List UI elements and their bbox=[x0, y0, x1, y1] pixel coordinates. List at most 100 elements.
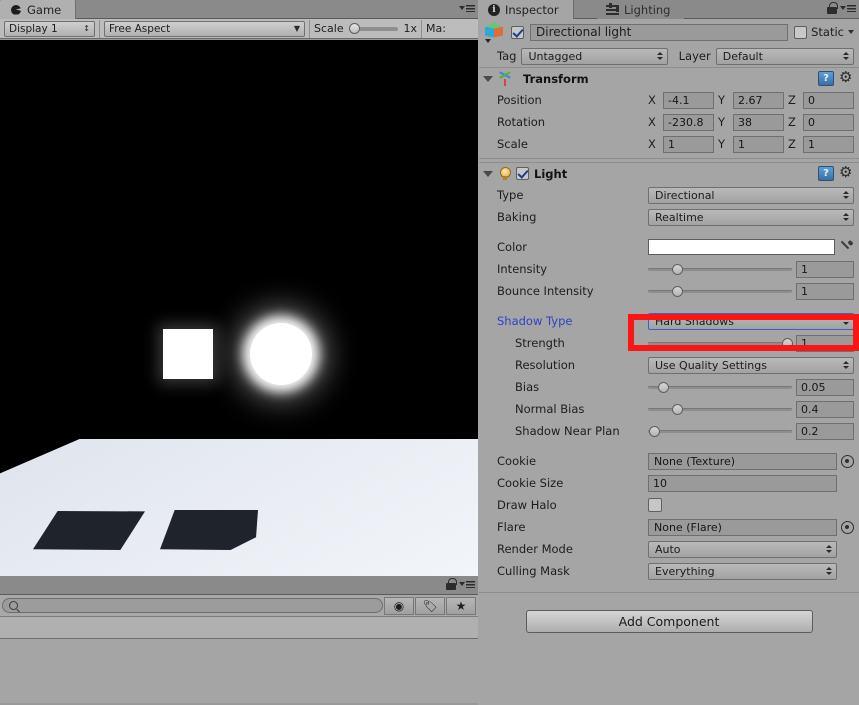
layer-dropdown[interactable]: Default bbox=[715, 47, 854, 65]
eyedropper-icon[interactable] bbox=[839, 240, 854, 255]
shapes-filter-icon[interactable]: ◉ bbox=[384, 596, 414, 615]
panel-menu-icon[interactable] bbox=[840, 2, 856, 15]
panel-menu-icon[interactable] bbox=[459, 2, 475, 15]
flare-row: Flare None (Flare) bbox=[479, 516, 859, 538]
draw-halo-checkbox[interactable] bbox=[648, 498, 662, 512]
collapse-triangle-icon[interactable] bbox=[483, 170, 493, 177]
normal-bias-value-field[interactable]: 0.4 bbox=[796, 400, 854, 418]
tab-game-label: Game bbox=[27, 2, 62, 17]
strength-slider[interactable] bbox=[648, 335, 793, 352]
scale-slider[interactable] bbox=[348, 22, 399, 34]
normal-bias-slider-handle[interactable] bbox=[672, 403, 684, 415]
object-picker-icon[interactable] bbox=[841, 454, 854, 468]
tab-inspector[interactable]: i Inspector bbox=[479, 0, 574, 19]
cookie-size-field[interactable]: 10 bbox=[648, 474, 837, 492]
resolution-dropdown[interactable]: Use Quality Settings bbox=[648, 356, 854, 374]
rotation-x-field[interactable]: -230.8 bbox=[663, 113, 714, 131]
add-component-button[interactable]: Add Component bbox=[525, 610, 813, 633]
bounce-slider-handle[interactable] bbox=[672, 285, 684, 297]
help-book-icon[interactable]: ? bbox=[818, 71, 834, 86]
scale-x-field[interactable]: 1 bbox=[663, 135, 714, 153]
static-checkbox[interactable] bbox=[794, 25, 808, 39]
light-enabled-checkbox[interactable] bbox=[516, 167, 529, 180]
game-view-render[interactable] bbox=[0, 40, 478, 576]
project-tabstrip bbox=[0, 576, 478, 595]
bounce-value-field[interactable]: 1 bbox=[796, 282, 854, 300]
rotation-y-field[interactable]: 38 bbox=[733, 113, 784, 131]
light-component-header[interactable]: Light ? bbox=[479, 162, 859, 184]
gear-icon[interactable] bbox=[839, 68, 854, 86]
chevron-updown-icon bbox=[818, 567, 832, 575]
transform-component-header[interactable]: Transform ? bbox=[479, 67, 859, 89]
favorite-star-icon[interactable]: ★ bbox=[446, 596, 476, 615]
scale-label: Scale bbox=[314, 22, 344, 35]
culling-mask-dropdown[interactable]: Everything bbox=[648, 562, 837, 580]
position-x-field[interactable]: -4.1 bbox=[663, 91, 714, 109]
near-plane-slider[interactable] bbox=[648, 423, 792, 440]
strength-value-field[interactable]: 1 bbox=[796, 334, 854, 352]
chevron-updown-icon: ↕ bbox=[83, 23, 90, 33]
normal-bias-slider[interactable] bbox=[648, 401, 792, 418]
scale-y-field[interactable]: 1 bbox=[733, 135, 784, 153]
axis-z-label: Z bbox=[788, 93, 796, 107]
baking-label: Baking bbox=[497, 210, 537, 224]
shadow-resolution-row: Resolution Use Quality Settings bbox=[479, 354, 859, 376]
scale-control[interactable]: Scale 1x bbox=[310, 19, 422, 38]
intensity-value-field[interactable]: 1 bbox=[796, 260, 854, 278]
position-y-field[interactable]: 2.67 bbox=[733, 91, 784, 109]
axis-y-label: Y bbox=[718, 93, 726, 107]
bias-value-field[interactable]: 0.05 bbox=[796, 378, 854, 396]
info-icon: i bbox=[488, 3, 500, 16]
scale-value: 1x bbox=[403, 22, 417, 35]
aspect-selector[interactable]: Free Aspect ▼ bbox=[104, 20, 305, 37]
intensity-slider[interactable] bbox=[648, 261, 792, 278]
baking-dropdown[interactable]: Realtime bbox=[648, 208, 854, 226]
position-z-field[interactable]: 0 bbox=[803, 91, 854, 109]
tab-lighting[interactable]: Lighting bbox=[597, 0, 685, 19]
tab-game[interactable]: Game bbox=[0, 0, 77, 19]
near-plane-value-field[interactable]: 0.2 bbox=[796, 422, 854, 440]
help-book-icon[interactable]: ? bbox=[818, 166, 834, 181]
object-enabled-checkbox[interactable] bbox=[511, 25, 524, 39]
tag-filter-icon[interactable]: 🏷 bbox=[415, 596, 445, 615]
scale-slider-handle[interactable] bbox=[348, 22, 360, 34]
scale-z-field[interactable]: 1 bbox=[803, 135, 854, 153]
transform-scale-row: Scale X 1 Y 1 Z 1 bbox=[479, 133, 859, 155]
lock-icon[interactable] bbox=[827, 2, 838, 15]
tag-dropdown[interactable]: Untagged bbox=[521, 47, 668, 65]
static-toggle-group[interactable]: Static bbox=[794, 25, 854, 39]
search-box[interactable] bbox=[2, 598, 383, 613]
render-mode-dropdown[interactable]: Auto bbox=[648, 540, 837, 558]
chevron-down-icon[interactable] bbox=[848, 30, 854, 34]
near-plane-slider-handle[interactable] bbox=[649, 425, 661, 437]
bias-slider[interactable] bbox=[648, 379, 792, 396]
collapse-triangle-icon[interactable] bbox=[483, 75, 493, 82]
strength-label: Strength bbox=[515, 336, 565, 350]
lock-icon[interactable] bbox=[446, 578, 457, 591]
bias-slider-handle[interactable] bbox=[658, 381, 670, 393]
object-name-field[interactable]: Directional light bbox=[530, 23, 789, 41]
culling-mask-row: Culling Mask Everything bbox=[479, 560, 859, 582]
gear-icon[interactable] bbox=[839, 163, 854, 181]
intensity-slider-handle[interactable] bbox=[672, 263, 684, 275]
type-dropdown[interactable]: Directional bbox=[648, 186, 854, 204]
shadow-type-value: Hard Shadows bbox=[655, 314, 734, 328]
unity-editor-window: Game Display 1 ↕ Free Aspect ▼ Scale 1x … bbox=[0, 0, 859, 705]
axis-x-label: X bbox=[648, 115, 656, 129]
search-input[interactable] bbox=[22, 600, 376, 611]
color-swatch[interactable] bbox=[648, 239, 835, 255]
maximize-toggle[interactable]: Ma: bbox=[422, 20, 450, 38]
display-selector[interactable]: Display 1 ↕ bbox=[4, 20, 95, 37]
shadow-normal-bias-row: Normal Bias 0.4 bbox=[479, 398, 859, 420]
panel-menu-icon[interactable] bbox=[459, 578, 475, 591]
cookie-object-field[interactable]: None (Texture) bbox=[648, 452, 837, 470]
shadow-spacer bbox=[479, 302, 859, 310]
project-content-area[interactable] bbox=[0, 639, 478, 703]
culling-mask-value: Everything bbox=[655, 564, 715, 578]
object-picker-icon[interactable] bbox=[841, 520, 854, 534]
rotation-z-field[interactable]: 0 bbox=[803, 113, 854, 131]
strength-slider-handle[interactable] bbox=[781, 337, 793, 349]
bounce-slider[interactable] bbox=[648, 283, 792, 300]
shadow-type-dropdown[interactable]: Hard Shadows bbox=[648, 312, 854, 330]
flare-object-field[interactable]: None (Flare) bbox=[648, 518, 837, 536]
